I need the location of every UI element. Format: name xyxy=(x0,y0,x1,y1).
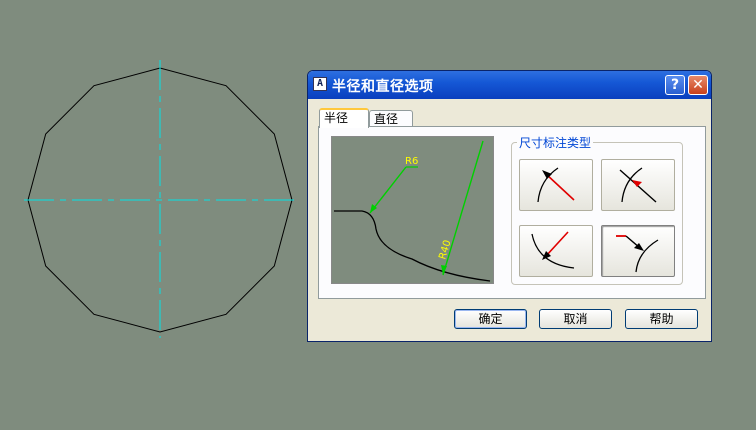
preview-profile-curve xyxy=(334,210,491,282)
ok-button[interactable]: 确定 xyxy=(454,309,527,329)
small-radius-arrow xyxy=(369,166,407,214)
preview-panel: R6 R40 xyxy=(331,136,494,284)
tab-panel: R6 R40 尺寸标注类型 xyxy=(318,126,706,299)
small-radius-label: R6 xyxy=(405,156,418,167)
dialog-titlebar[interactable]: A 半径和直径选项 ? ✕ xyxy=(308,71,711,99)
radius-type-leader-outside-button[interactable] xyxy=(601,225,675,277)
close-icon[interactable]: ✕ xyxy=(688,75,708,95)
centerlines xyxy=(24,60,298,338)
dimension-type-label: 尺寸标注类型 xyxy=(517,134,594,151)
help-button[interactable]: 帮助 xyxy=(625,309,698,329)
app-icon: A xyxy=(313,77,327,91)
radius-leader-outside-icon xyxy=(616,235,659,273)
preview-drawing: R6 R40 xyxy=(334,140,491,282)
radius-arrow-inside-icon xyxy=(537,167,575,203)
large-radius-label: R40 xyxy=(437,239,453,261)
help-icon[interactable]: ? xyxy=(665,75,685,95)
radius-arrow-outside-icon xyxy=(619,167,657,203)
radius-leader-inside-icon xyxy=(531,231,575,269)
dialog-title: 半径和直径选项 xyxy=(332,79,434,95)
tab-radius[interactable]: 半径 xyxy=(319,108,369,128)
cancel-button[interactable]: 取消 xyxy=(539,309,612,329)
radius-diameter-options-dialog: A 半径和直径选项 ? ✕ 半径 直径 R6 R40 尺寸标注类型 确定 取消 … xyxy=(307,70,712,342)
radius-type-arrow-outside-button[interactable] xyxy=(601,159,675,211)
radius-type-arrow-inside-button[interactable] xyxy=(519,159,593,211)
radius-type-leader-inside-button[interactable] xyxy=(519,225,593,277)
